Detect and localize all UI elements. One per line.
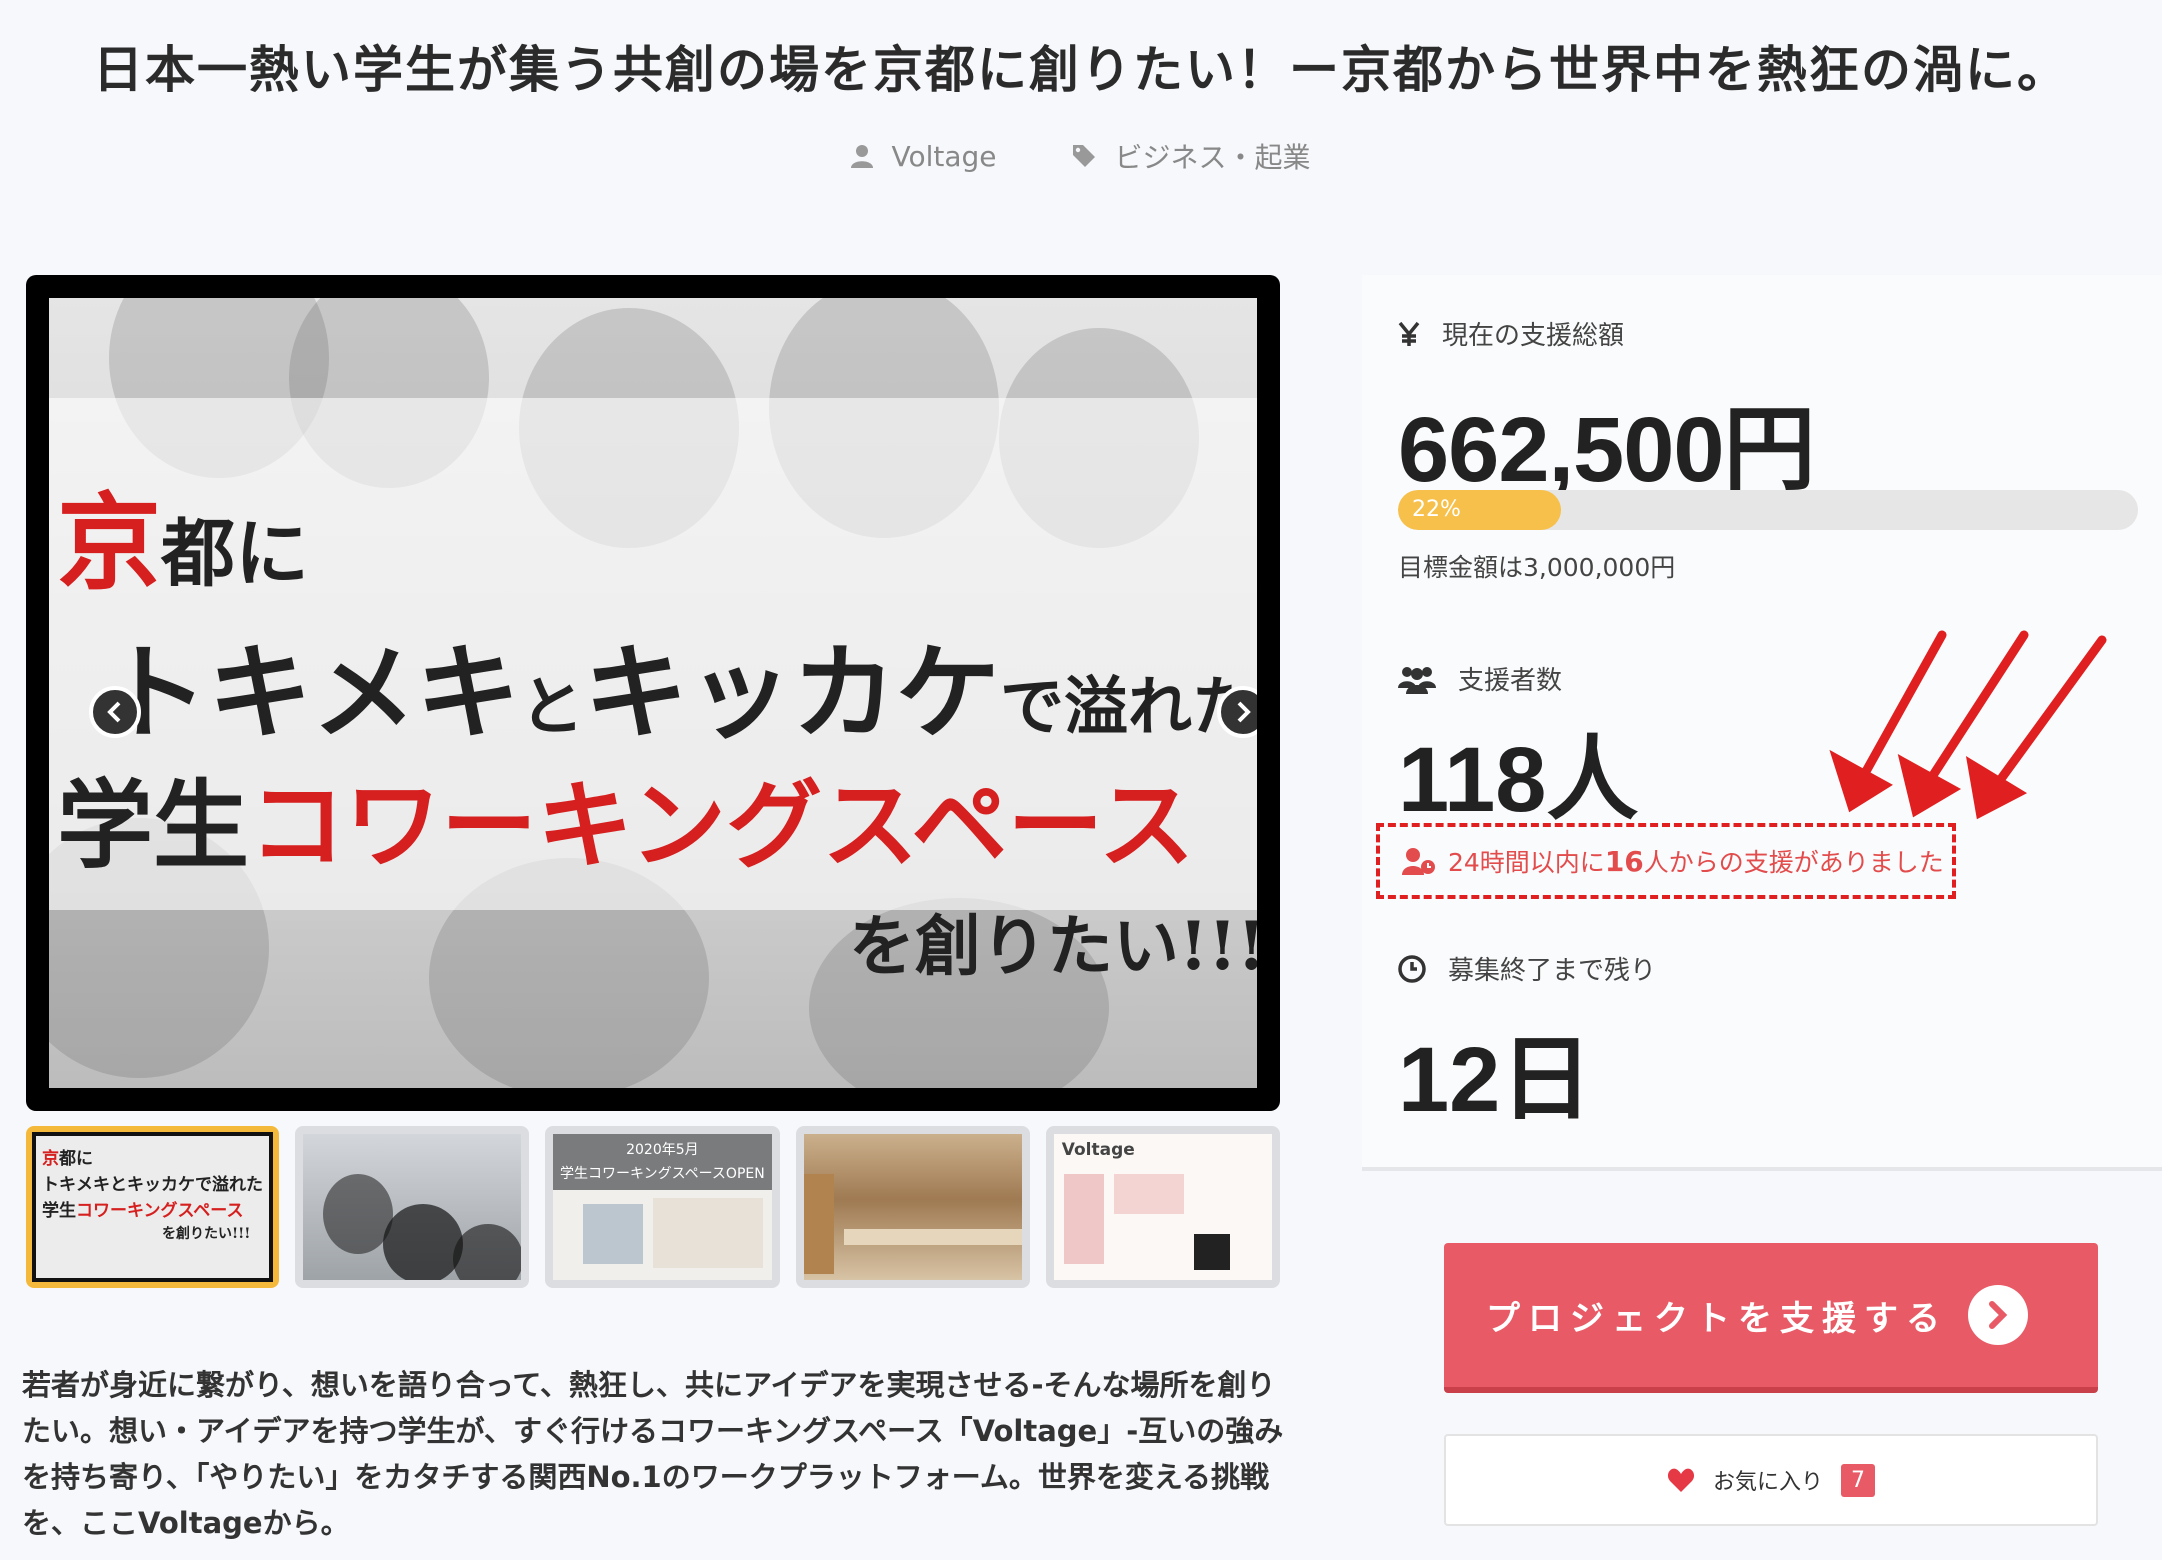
funding-progress-bar: 22% bbox=[1398, 490, 2138, 530]
owner-link[interactable]: Voltage bbox=[851, 136, 997, 176]
user-clock-icon bbox=[1402, 848, 1435, 875]
thumbnail-1-line-2: トキメキとキッカケで溢れた bbox=[42, 1175, 263, 1195]
thumbnail-1-line-4: を創りたい!!! bbox=[162, 1226, 251, 1242]
thumbnail-5-logo: Voltage bbox=[1061, 1140, 1135, 1160]
category-link[interactable]: ビジネス・起業 bbox=[1071, 136, 1311, 176]
user-icon bbox=[851, 145, 874, 168]
backers-count: 118人 bbox=[1398, 729, 1639, 831]
thumbnail-4-image bbox=[803, 1134, 1022, 1280]
tag-icon bbox=[1072, 145, 1095, 167]
users-icon bbox=[1398, 666, 1436, 694]
stats-panel: 現在の支援総額 662,500円 22% 目標金額は3,000,000円 支援者… bbox=[1362, 275, 2162, 1171]
owner-name: Voltage bbox=[891, 139, 997, 173]
category-name: ビジネス・起業 bbox=[1114, 141, 1311, 174]
support-button-label: プロジェクトを支援する bbox=[1486, 1298, 1948, 1339]
annotation-arrows bbox=[1829, 630, 2107, 820]
thumbnail-strip: 京都に トキメキとキッカケで溢れた 学生コワーキングスペース を創りたい!!! … bbox=[26, 1126, 1280, 1288]
carousel-slide-image: 京都に トキメキとキッカケで溢れた 学生コワーキングスペース を創りたい!!! bbox=[49, 298, 1257, 1088]
project-title: 日本一熱い学生が集う共創の場を京都に創りたい！ー京都から世界中を熱狂の渦に。 bbox=[93, 41, 2069, 99]
project-summary: 若者が身近に繋がり、想いを語り合って、熱狂し、共にアイデアを実現させる-そんな場… bbox=[22, 1368, 1284, 1540]
favorite-button[interactable]: お気に入り 7 bbox=[1444, 1434, 2098, 1526]
chevron-left-icon bbox=[107, 701, 121, 723]
heart-icon bbox=[1667, 1468, 1695, 1492]
progress-fill: 22% bbox=[1398, 490, 1561, 530]
thumbnail-1[interactable]: 京都に トキメキとキッカケで溢れた 学生コワーキングスペース を創りたい!!! bbox=[26, 1126, 279, 1288]
thumbnail-1-line-1: 京都に bbox=[42, 1149, 93, 1169]
thumbnail-2[interactable] bbox=[295, 1126, 530, 1288]
yen-icon bbox=[1398, 321, 1420, 346]
slide-line-3: 学生コワーキングスペース bbox=[57, 769, 1195, 882]
thumbnail-2-image bbox=[303, 1134, 522, 1280]
thumbnail-3-header: 2020年5月 学生コワーキングスペースOPEN bbox=[553, 1134, 772, 1190]
goal-text: 目標金額は3,000,000円 bbox=[1398, 553, 1676, 582]
slide-line-2: トキメキとキッカケで溢れた bbox=[104, 631, 1257, 754]
raised-amount: 662,500円 bbox=[1398, 399, 1816, 501]
thumbnail-5[interactable]: Voltage bbox=[1045, 1126, 1280, 1288]
favorite-label: お気に入り bbox=[1712, 1470, 1823, 1495]
thumbnail-1-line-3: 学生コワーキングスペース bbox=[42, 1201, 244, 1221]
image-carousel: 京都に トキメキとキッカケで溢れた 学生コワーキングスペース を創りたい!!! bbox=[26, 275, 1280, 1111]
slide-line-1: 京都に bbox=[57, 481, 310, 604]
backers-label-row: 支援者数 bbox=[1398, 660, 1562, 697]
carousel-prev-button[interactable] bbox=[89, 686, 141, 738]
clock-icon bbox=[1398, 954, 1426, 983]
favorite-count-badge: 7 bbox=[1841, 1463, 1875, 1497]
raised-label-row: 現在の支援総額 bbox=[1398, 315, 1624, 352]
thumbnail-4[interactable] bbox=[795, 1126, 1030, 1288]
thumbnail-3[interactable]: 2020年5月 学生コワーキングスペースOPEN bbox=[545, 1126, 780, 1288]
remaining-label-row: 募集終了まで残り bbox=[1398, 950, 1656, 987]
remaining-days: 12日 bbox=[1398, 1029, 1593, 1131]
chevron-right-icon bbox=[1237, 701, 1251, 723]
arrow-right-circle-icon bbox=[1968, 1285, 2028, 1345]
support-project-button[interactable]: プロジェクトを支援する bbox=[1444, 1243, 2098, 1393]
project-meta: Voltage ビジネス・起業 bbox=[0, 136, 2162, 176]
slide-line-4: を創りたい!!! bbox=[849, 907, 1257, 985]
recent-support-notice: 24時間以内に16人からの支援がありました bbox=[1376, 823, 1956, 899]
recent-support-text: 24時間以内に16人からの支援がありました bbox=[1448, 845, 1944, 878]
